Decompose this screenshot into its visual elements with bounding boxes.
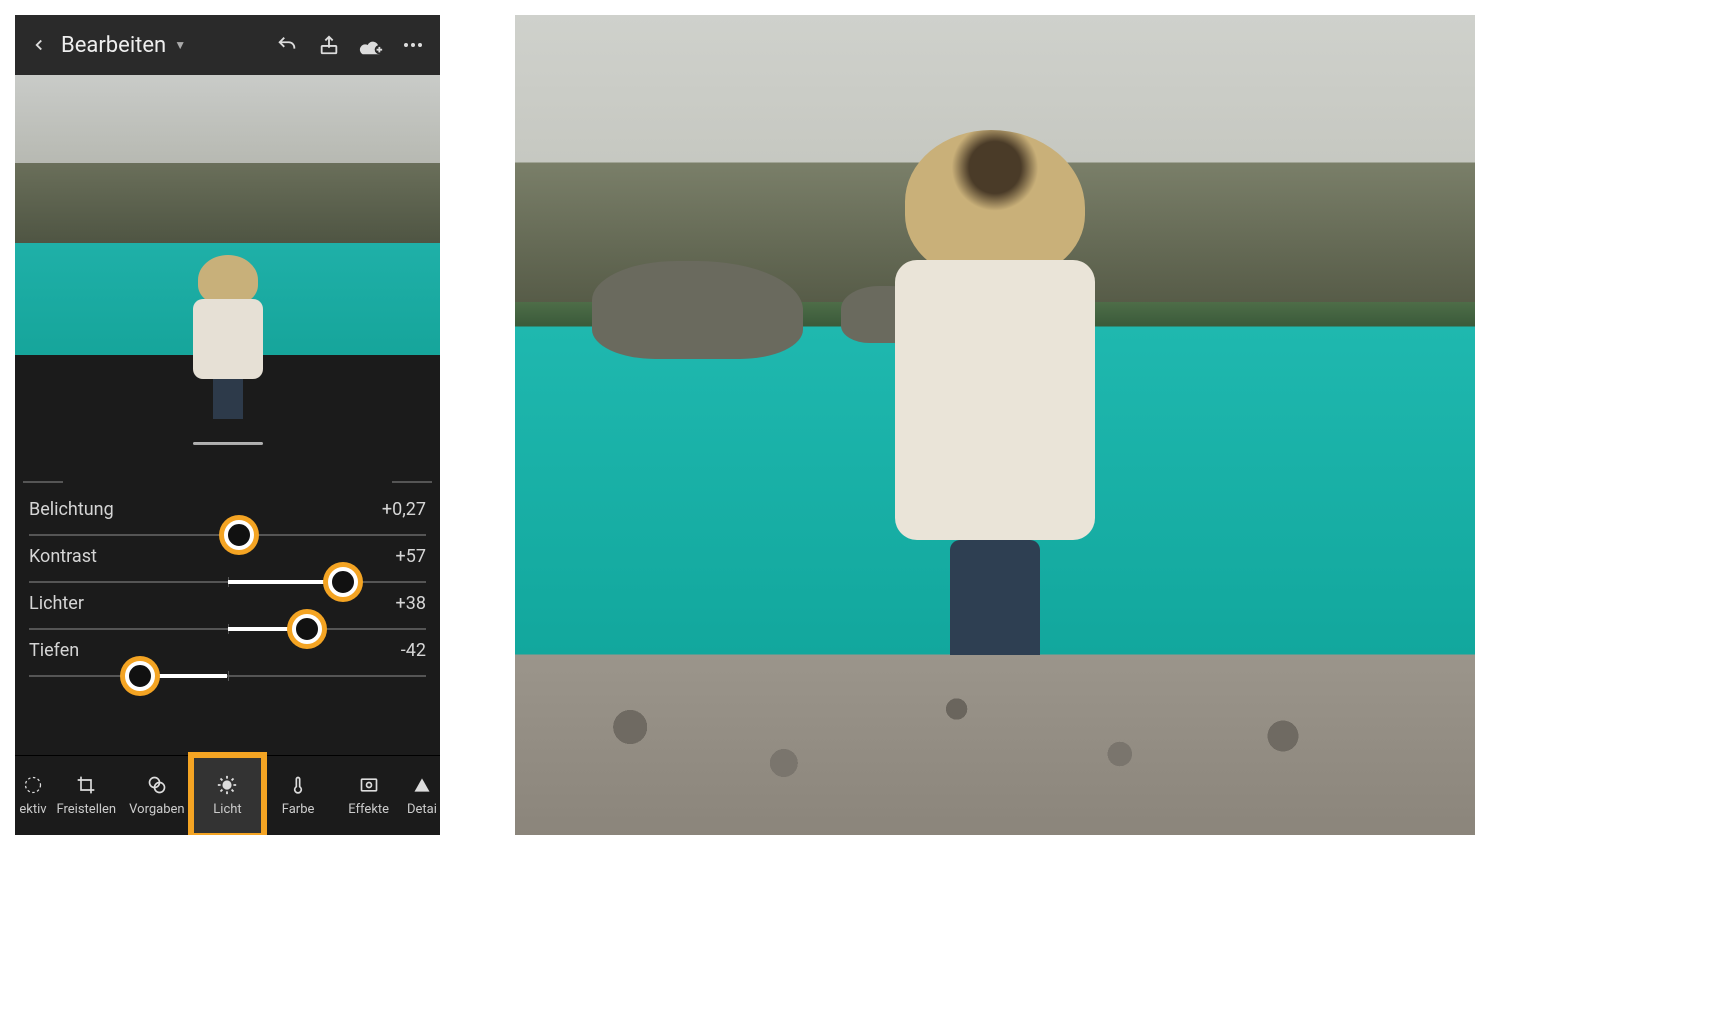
share-icon: [318, 34, 340, 56]
tab-farbe[interactable]: Farbe: [263, 756, 334, 835]
slider-label: Lichter: [29, 593, 84, 614]
rock-shape: [592, 261, 803, 359]
light-sliders: Belichtung +0,27 Kontrast +57: [15, 483, 440, 755]
tab-vorgaben[interactable]: Vorgaben: [122, 756, 193, 835]
slider-value: +0,27: [382, 499, 426, 520]
more-icon: [401, 33, 425, 57]
panel-title-dropdown[interactable]: Bearbeiten ▼: [61, 33, 186, 58]
more-button[interactable]: [396, 28, 430, 62]
slider-label: Kontrast: [29, 546, 97, 567]
tab-effekte[interactable]: Effekte: [333, 756, 404, 835]
chevron-down-icon: ▼: [174, 38, 186, 52]
back-button[interactable]: [25, 31, 53, 59]
thermometer-icon: [287, 774, 309, 796]
presets-icon: [146, 774, 168, 796]
vignette-icon: [358, 774, 380, 796]
cloud-add-icon: [358, 34, 384, 56]
slider-track[interactable]: [29, 534, 426, 536]
photo-preview[interactable]: [15, 75, 440, 475]
subject-figure: [905, 130, 1085, 746]
chevron-left-icon: [30, 36, 48, 54]
crop-icon: [75, 774, 97, 796]
top-bar: Bearbeiten ▼: [15, 15, 440, 75]
slider-value: +38: [396, 593, 426, 614]
tab-details[interactable]: Detai: [404, 756, 440, 835]
slider-highlights: Lichter +38: [29, 593, 426, 630]
slider-label: Tiefen: [29, 640, 79, 661]
slider-shadows: Tiefen -42: [29, 640, 426, 677]
tab-freistellen[interactable]: Freistellen: [51, 756, 122, 835]
undo-icon: [276, 34, 298, 56]
slider-track[interactable]: [29, 581, 426, 583]
slider-track[interactable]: [29, 675, 426, 677]
tab-selektiv[interactable]: ektiv: [15, 756, 51, 835]
tab-label: Detai: [407, 802, 437, 817]
tab-label: Effekte: [348, 802, 389, 817]
slider-label: Belichtung: [29, 499, 114, 520]
slider-knob[interactable]: [323, 562, 363, 602]
undo-button[interactable]: [270, 28, 304, 62]
target-icon: [22, 774, 44, 796]
compare-handle[interactable]: [193, 442, 263, 445]
slider-value: -42: [401, 640, 426, 661]
triangle-icon: [411, 774, 433, 796]
slider-exposure: Belichtung +0,27: [29, 499, 426, 536]
light-icon: [216, 774, 238, 796]
app-panel: Bearbeiten ▼: [15, 15, 440, 835]
result-photo: [515, 15, 1475, 835]
shore-texture: [515, 655, 1475, 835]
tab-label: Farbe: [282, 802, 315, 817]
tab-label: Vorgaben: [129, 802, 184, 817]
slider-knob[interactable]: [219, 515, 259, 555]
panel-title: Bearbeiten: [61, 33, 166, 58]
subject-figure: [193, 255, 263, 415]
cloud-sync-button[interactable]: [354, 28, 388, 62]
tab-label: Licht: [213, 802, 241, 817]
tab-label: ektiv: [19, 802, 46, 817]
slider-value: +57: [396, 546, 426, 567]
share-button[interactable]: [312, 28, 346, 62]
slider-knob[interactable]: [120, 656, 160, 696]
slider-track[interactable]: [29, 628, 426, 630]
bottom-tab-bar: ektiv Freistellen Vorgaben Licht: [15, 755, 440, 835]
tab-licht[interactable]: Licht: [192, 756, 263, 835]
slider-knob[interactable]: [287, 609, 327, 649]
tab-label: Freistellen: [56, 802, 116, 817]
